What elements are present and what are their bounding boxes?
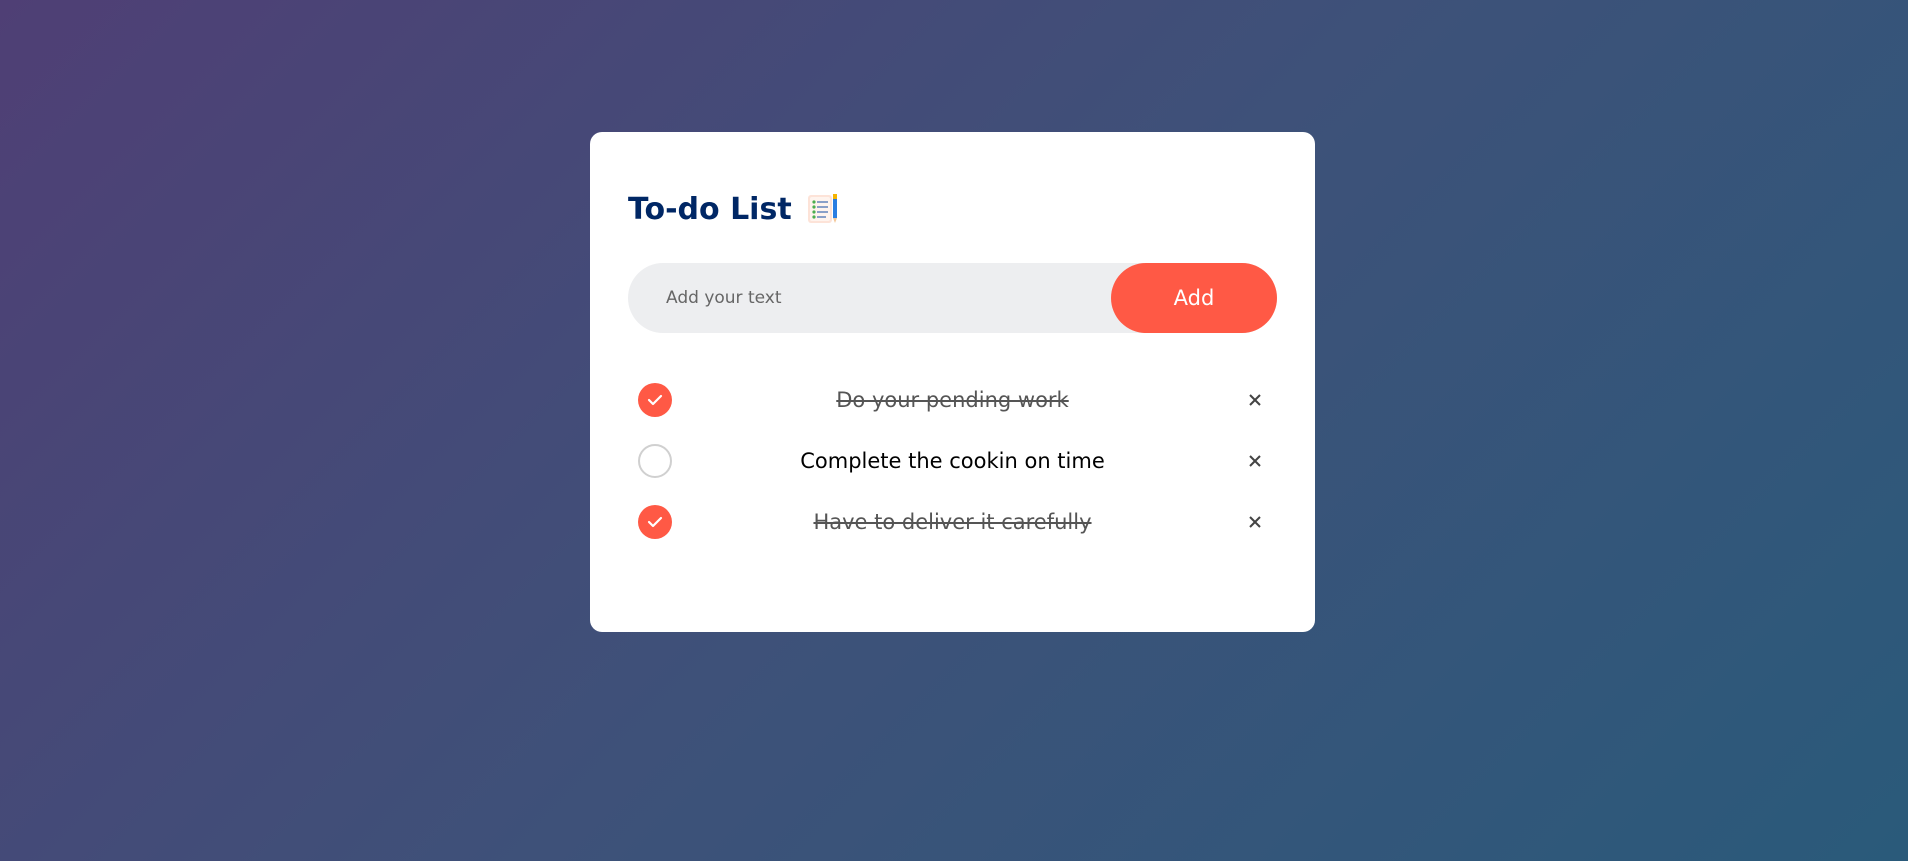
close-icon[interactable] — [1245, 512, 1265, 532]
task-item[interactable]: Do your pending work — [628, 369, 1277, 430]
task-text: Do your pending work — [836, 387, 1069, 412]
checkmark-icon — [647, 516, 663, 527]
checked-checkbox[interactable] — [638, 382, 672, 417]
task-text: Complete the cookin on time — [800, 448, 1105, 473]
task-text: Have to deliver it carefully — [813, 509, 1092, 534]
add-button[interactable]: Add — [1111, 263, 1277, 333]
notepad-checklist-icon — [806, 192, 840, 226]
page-title: To-do List — [628, 191, 792, 227]
checked-checkbox[interactable] — [638, 504, 672, 539]
close-icon[interactable] — [1245, 451, 1265, 471]
close-icon[interactable] — [1245, 390, 1265, 410]
checkmark-icon — [647, 394, 663, 405]
task-list: Do your pending work Complete the cookin… — [628, 369, 1277, 552]
task-input[interactable] — [628, 262, 1111, 334]
todo-card: To-do List Add your text Add Do your pen… — [590, 132, 1315, 632]
add-task-row: Add — [628, 262, 1277, 334]
task-item[interactable]: Complete the cookin on time — [628, 430, 1277, 491]
unchecked-checkbox[interactable] — [638, 443, 672, 478]
task-item[interactable]: Have to deliver it carefully — [628, 491, 1277, 552]
header: To-do List — [628, 187, 1277, 231]
